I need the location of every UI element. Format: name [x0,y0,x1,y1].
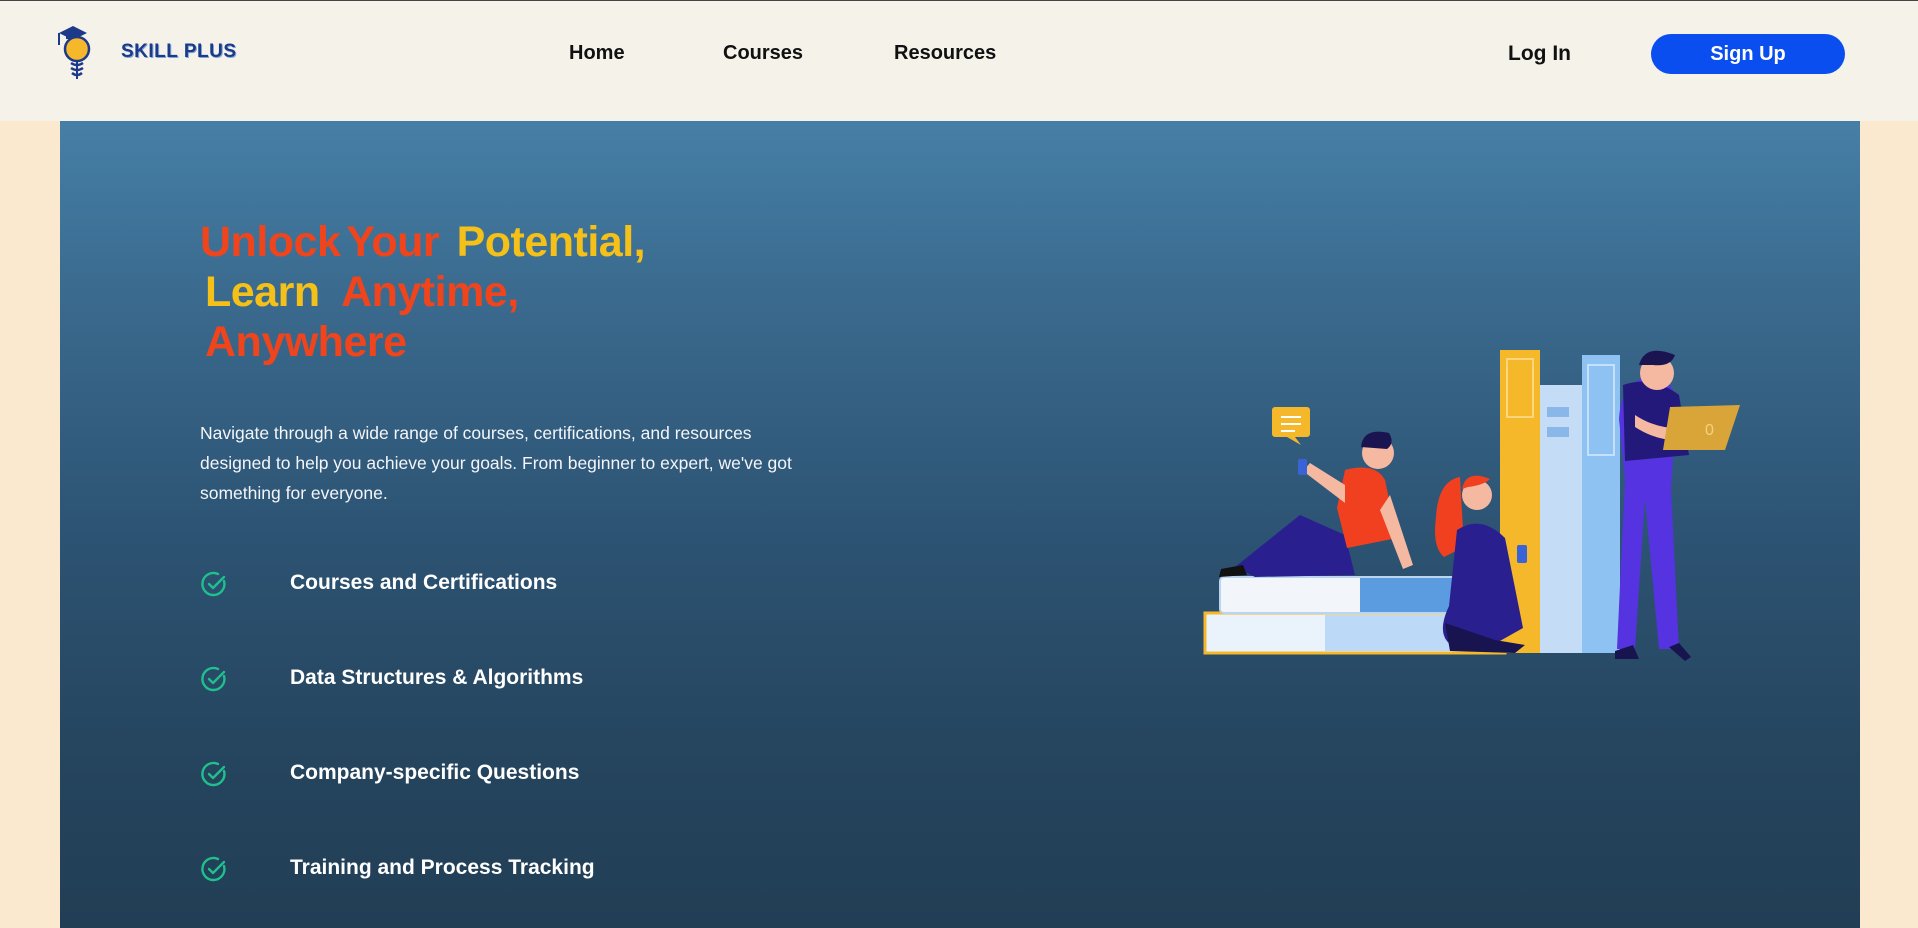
headline-word: Learn [205,268,320,316]
headline-word: Your [346,218,440,266]
headline-word: Anywhere [205,318,407,366]
feature-label: Company-specific Questions [290,761,580,784]
nav-home[interactable]: Home [569,42,625,65]
signup-button[interactable]: Sign Up [1651,34,1845,74]
headline-line-2: Learn Anytime, [205,267,645,317]
headline-word: Potential, [456,218,646,266]
graduation-lightbulb-icon[interactable] [56,23,98,81]
headline-word: Anytime, [341,268,519,316]
feature-label: Training and Process Tracking [290,856,595,879]
check-circle-icon [201,666,226,692]
nav-courses[interactable]: Courses [723,42,803,65]
brand-name[interactable]: SKILL PLUS [121,41,237,63]
check-circle-icon [201,761,226,787]
feature-label: Courses and Certifications [290,571,558,594]
hero-description: Navigate through a wide range of courses… [200,423,792,503]
navbar: SKILL PLUS Home Courses Resources Log In… [0,1,1918,121]
login-button[interactable]: Log In [1508,42,1571,66]
feature-label: Data Structures & Algorithms [290,666,584,689]
hero-headline: Unlock Your Potential, Learn Anytime, Any… [200,217,646,367]
laptop-label: 0 [1705,422,1714,439]
students-with-books-illustration: 0 [1195,345,1770,665]
check-circle-icon [201,856,226,882]
check-circle-icon [201,571,226,597]
headline-word: Unlock [200,218,341,266]
nav-resources[interactable]: Resources [894,42,996,65]
headline-line-1: Unlock Your Potential, [200,217,646,267]
